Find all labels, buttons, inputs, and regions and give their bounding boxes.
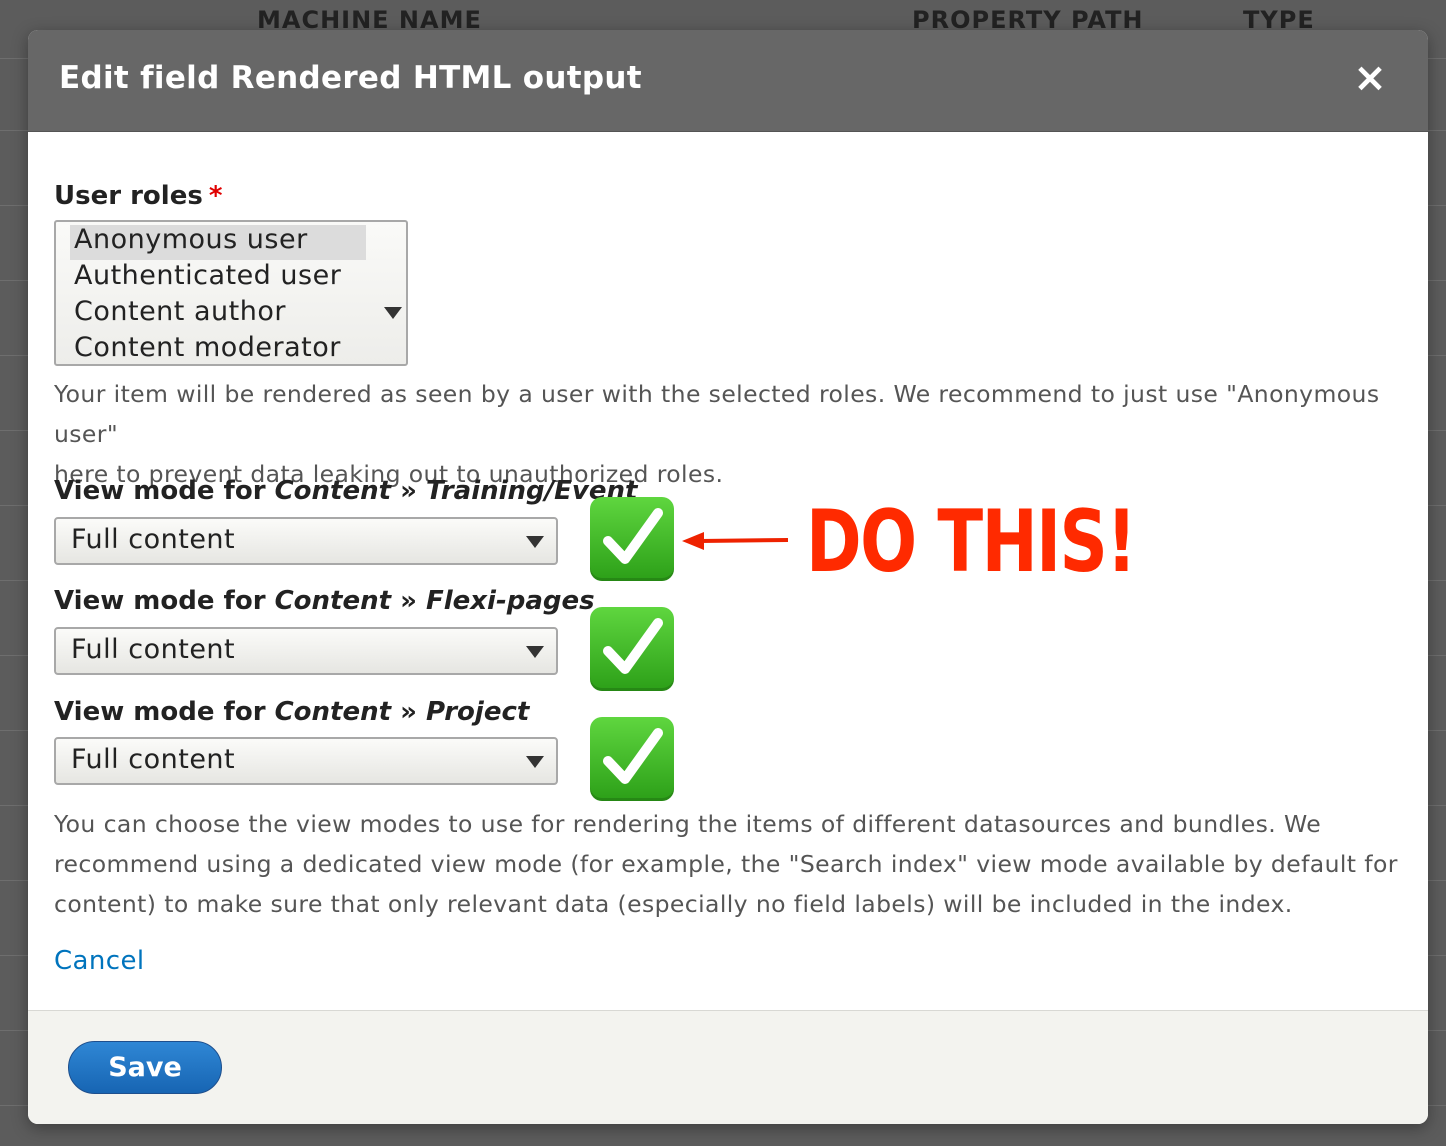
view-mode-separator: »: [391, 586, 426, 616]
view-modes-description: You can choose the view modes to use for…: [54, 804, 1404, 924]
view-mode-label-project: View mode for Content » Project: [54, 697, 529, 727]
chevron-down-icon: [526, 756, 544, 768]
user-roles-label: User roles *: [54, 181, 222, 211]
view-mode-bundle: Flexi-pages: [425, 586, 595, 616]
save-button[interactable]: Save: [68, 1041, 222, 1094]
view-mode-entity: Content: [274, 697, 392, 727]
chevron-down-icon[interactable]: [384, 307, 402, 319]
close-icon[interactable]: ×: [1350, 54, 1390, 102]
chevron-down-icon: [526, 646, 544, 658]
select-value: Full content: [71, 744, 236, 775]
view-mode-entity: Content: [274, 476, 392, 506]
select-value: Full content: [71, 634, 236, 665]
role-option-anonymous[interactable]: Anonymous user: [74, 224, 308, 255]
required-marker: *: [208, 181, 223, 211]
view-mode-select-training-event[interactable]: Full content: [54, 517, 558, 565]
role-option-authenticated[interactable]: Authenticated user: [74, 260, 341, 291]
view-mode-label-training-event: View mode for Content » Training/Event: [54, 476, 637, 506]
view-mode-prefix: View mode for: [54, 697, 275, 727]
view-mode-prefix: View mode for: [54, 476, 275, 506]
red-arrow-icon: [682, 532, 789, 550]
view-mode-select-project[interactable]: Full content: [54, 737, 558, 785]
dialog-footer: Save: [28, 1010, 1428, 1124]
view-mode-separator: »: [391, 697, 426, 727]
cancel-link[interactable]: Cancel: [54, 946, 144, 976]
user-roles-label-text: User roles: [54, 181, 203, 211]
green-checkmark-icon: [590, 717, 674, 801]
green-checkmark-icon: [590, 497, 674, 581]
annotation-text: DO THIS!: [806, 492, 1137, 592]
green-checkmark-icon: [590, 607, 674, 691]
view-mode-entity: Content: [274, 586, 392, 616]
dialog-title: Edit field Rendered HTML output: [59, 60, 642, 96]
view-mode-prefix: View mode for: [54, 586, 275, 616]
dialog-titlebar: Edit field Rendered HTML output ×: [28, 30, 1428, 132]
view-mode-separator: »: [391, 476, 426, 506]
view-mode-select-flexi-pages[interactable]: Full content: [54, 627, 558, 675]
role-option-content-author[interactable]: Content author: [74, 296, 286, 327]
view-modes-description-line: You can choose the view modes to use for…: [54, 810, 1322, 838]
view-modes-description-line: recommend using a dedicated view mode (f…: [54, 850, 1398, 878]
edit-field-dialog: Edit field Rendered HTML output × User r…: [28, 30, 1428, 1124]
select-value: Full content: [71, 524, 236, 555]
view-mode-bundle: Project: [425, 697, 530, 727]
view-mode-label-flexi-pages: View mode for Content » Flexi-pages: [54, 586, 595, 616]
chevron-down-icon: [526, 536, 544, 548]
role-option-content-moderator[interactable]: Content moderator: [74, 332, 341, 363]
user-roles-description-line: Your item will be rendered as seen by a …: [54, 380, 1380, 448]
view-modes-description-line: content) to make sure that only relevant…: [54, 890, 1293, 918]
user-roles-listbox[interactable]: Anonymous user Authenticated user Conten…: [54, 220, 408, 366]
